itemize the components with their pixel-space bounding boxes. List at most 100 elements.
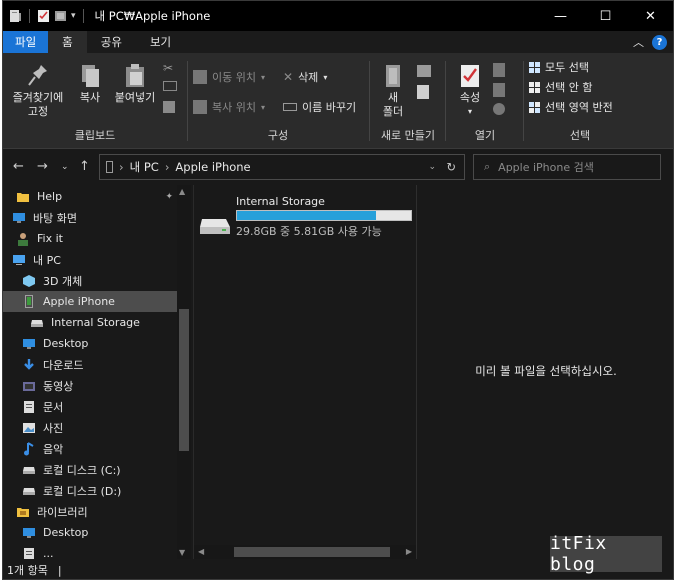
ribbon-right-controls: ︿ ? <box>633 34 667 50</box>
nav-scroll-thumb[interactable] <box>179 309 189 451</box>
tab-view[interactable]: 보기 <box>136 31 185 53</box>
ribbon-separator <box>187 61 188 141</box>
back-icon[interactable]: ← <box>13 159 24 174</box>
nav-item[interactable]: 다운로드 <box>3 354 177 375</box>
nav-item[interactable]: Fix it <box>3 228 177 249</box>
cube-icon <box>21 274 37 288</box>
address-dropdown-icon[interactable]: ⌄ <box>428 162 436 172</box>
pinned-icon: ✦ <box>165 191 173 202</box>
nav-item[interactable]: Desktop <box>3 522 177 543</box>
tab-share[interactable]: 공유 <box>87 31 136 53</box>
tab-home[interactable]: 홈 <box>48 31 87 53</box>
help-icon[interactable]: ? <box>652 34 667 50</box>
refresh-icon[interactable]: ↻ <box>446 160 456 174</box>
copy-to-button[interactable]: 복사 위치 ▾ <box>193 99 265 115</box>
open-group: 속성 ▾ 열기 <box>447 57 523 145</box>
move-to-button[interactable]: 이동 위치 ▾ <box>193 69 265 85</box>
cut-icon[interactable]: ✂ <box>163 61 173 75</box>
document-icon <box>21 547 37 559</box>
nav-item-label: 로컬 디스크 (D:) <box>43 484 122 498</box>
select-none-button[interactable]: 선택 안 함 <box>529 79 592 95</box>
select-none-icon <box>529 81 540 93</box>
copy-button[interactable]: 복사 <box>73 63 107 105</box>
properties-icon[interactable] <box>37 9 50 23</box>
document-icon <box>21 400 37 414</box>
address-bar[interactable]: › 내 PC › Apple iPhone ⌄ ↻ <box>99 154 465 180</box>
content-scroll-thumb[interactable] <box>234 547 390 557</box>
nav-item[interactable]: 바탕 화면 <box>3 207 177 228</box>
paste-shortcut-icon[interactable] <box>163 101 175 113</box>
app-icon <box>9 9 22 23</box>
select-all-button[interactable]: 모두 선택 <box>529 59 589 75</box>
nav-item[interactable]: Desktop <box>3 333 177 354</box>
maximize-button[interactable]: ☐ <box>583 1 628 31</box>
chevron-down-icon: ▾ <box>260 102 265 112</box>
breadcrumb-pc[interactable]: 내 PC <box>130 159 159 175</box>
drive-usage-fill <box>237 211 377 220</box>
delete-button[interactable]: ✕ 삭제 ▾ <box>283 69 327 85</box>
forward-icon[interactable]: → <box>37 159 48 174</box>
content-scrollbar[interactable]: ◀ ▶ <box>194 545 416 559</box>
paste-label: 붙여넣기 <box>114 91 156 104</box>
up-icon[interactable]: ↑ <box>79 159 90 174</box>
pin-quick-access-button[interactable]: 즐겨찾기에 고정 <box>7 63 69 119</box>
ribbon-separator <box>523 61 524 141</box>
properties-label: 속성 <box>459 91 481 104</box>
nav-item-label: Fix it <box>37 232 63 245</box>
nav-item[interactable]: 3D 개체 <box>3 270 177 291</box>
invert-selection-label: 선택 영역 반전 <box>545 101 613 114</box>
scroll-left-icon[interactable]: ◀ <box>198 547 204 556</box>
nav-item[interactable]: Help ✦ <box>3 186 177 207</box>
qat-dropdown-icon[interactable]: ▾ <box>71 11 76 21</box>
scroll-right-icon[interactable]: ▶ <box>406 547 412 556</box>
chevron-down-icon: ▾ <box>323 72 328 82</box>
properties-button[interactable]: 속성 ▾ <box>451 63 489 119</box>
new-item-icon[interactable] <box>417 65 431 77</box>
invert-selection-icon <box>529 101 540 113</box>
recent-locations-icon[interactable]: ⌄ <box>61 162 69 172</box>
search-placeholder: Apple iPhone 검색 <box>498 161 594 174</box>
clipboard-group-label: 클립보드 <box>74 129 116 142</box>
history-icon[interactable] <box>493 103 505 115</box>
new-group: 새 폴더 새로 만들기 <box>371 57 445 145</box>
open-icon[interactable] <box>493 63 505 77</box>
nav-item[interactable]: 라이브러리 <box>3 501 177 522</box>
nav-item[interactable]: 문서 <box>3 396 177 417</box>
easy-access-icon[interactable] <box>417 85 429 99</box>
breadcrumb-iphone[interactable]: Apple iPhone <box>175 160 250 174</box>
nav-item[interactable]: 사진 <box>3 417 177 438</box>
nav-item[interactable]: Apple iPhone <box>3 291 177 312</box>
copy-path-icon[interactable] <box>163 81 177 91</box>
scroll-up-icon[interactable]: ▲ <box>179 187 185 196</box>
window-title: 내 PC₩Apple iPhone <box>94 9 211 23</box>
edit-icon[interactable] <box>493 83 505 97</box>
collapse-ribbon-icon[interactable]: ︿ <box>633 34 644 50</box>
nav-item[interactable]: Internal Storage <box>3 312 177 333</box>
tab-file[interactable]: 파일 <box>3 31 49 53</box>
nav-item-label: 3D 개체 <box>43 274 83 288</box>
close-button[interactable]: ✕ <box>628 1 673 31</box>
nav-item[interactable]: ... <box>3 543 177 559</box>
nav-item[interactable]: 로컬 디스크 (C:) <box>3 459 177 480</box>
nav-item[interactable]: 내 PC <box>3 249 177 270</box>
paste-button[interactable]: 붙여넣기 <box>109 63 161 105</box>
invert-selection-button[interactable]: 선택 영역 반전 <box>529 99 613 115</box>
desktop-icon <box>11 212 27 224</box>
nav-item-label: 사진 <box>43 421 64 435</box>
scroll-down-icon[interactable]: ▼ <box>179 548 185 557</box>
minimize-button[interactable]: — <box>538 1 583 31</box>
pin-icon <box>27 63 49 89</box>
new-folder-button[interactable]: 새 폴더 <box>375 63 411 119</box>
delete-label: 삭제 <box>298 71 319 84</box>
nav-item[interactable]: 로컬 디스크 (D:) <box>3 480 177 501</box>
rename-button[interactable]: 이름 바꾸기 <box>283 99 356 115</box>
desktop-icon <box>21 527 37 539</box>
drive-item-internal-storage[interactable]: Internal Storage 29.8GB 중 5.81GB 사용 가능 <box>198 195 414 243</box>
nav-item[interactable]: 동영상 <box>3 375 177 396</box>
search-input[interactable]: ⌕ Apple iPhone 검색 <box>473 154 661 180</box>
nav-item-label: Desktop <box>43 337 89 350</box>
nav-item[interactable]: 음악 <box>3 438 177 459</box>
nav-item-label: 동영상 <box>43 379 74 393</box>
new-folder-icon[interactable] <box>54 9 67 23</box>
nav-scrollbar[interactable]: ▲ ▼ <box>177 185 191 559</box>
